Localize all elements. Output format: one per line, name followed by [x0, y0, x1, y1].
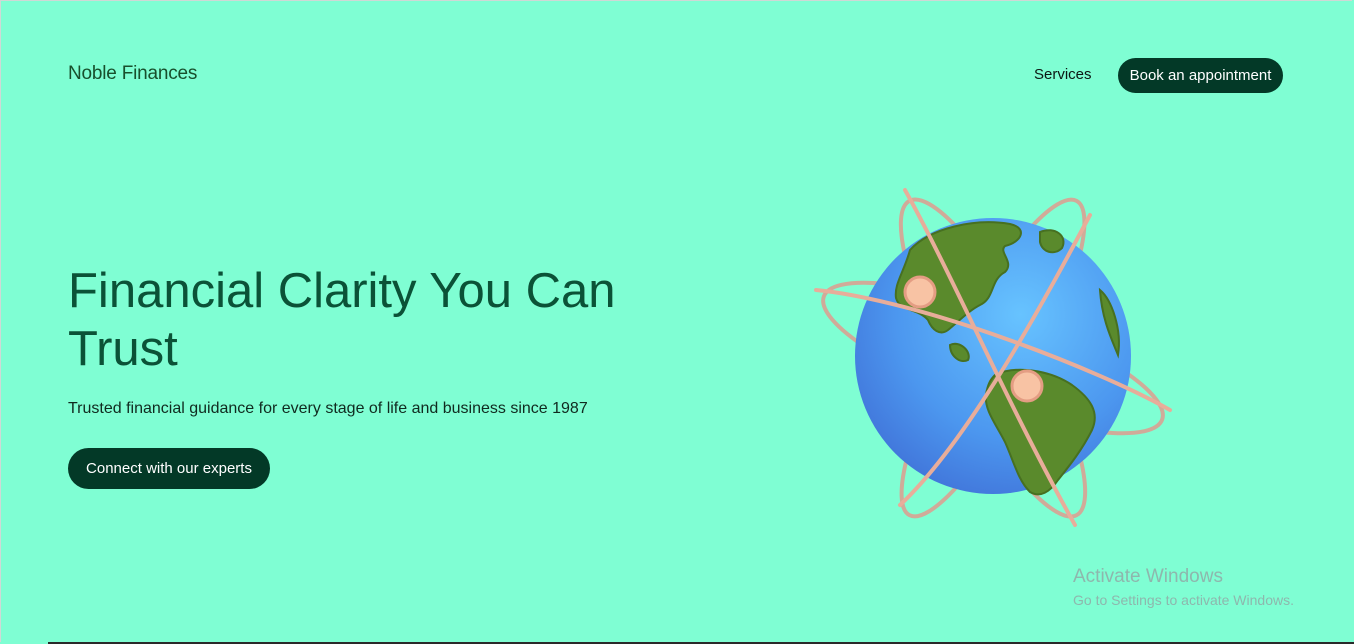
- book-appointment-button[interactable]: Book an appointment: [1118, 58, 1283, 93]
- hero-title: Financial Clarity You Can Trust: [68, 264, 616, 376]
- nav-link-services[interactable]: Services: [1034, 66, 1092, 83]
- connect-experts-button[interactable]: Connect with our experts: [68, 448, 270, 489]
- activation-subtitle: Go to Settings to activate Windows.: [1073, 592, 1294, 608]
- globe-icon: [814, 188, 1172, 527]
- hero-subtitle: Trusted financial guidance for every sta…: [68, 400, 588, 417]
- orbit-node-icon: [903, 275, 937, 309]
- orbit-node-icon: [1010, 369, 1044, 403]
- activation-title: Activate Windows: [1073, 566, 1223, 587]
- windows-activation-watermark: Activate Windows Go to Settings to activ…: [1073, 566, 1294, 608]
- brand-logo[interactable]: Noble Finances: [68, 63, 197, 85]
